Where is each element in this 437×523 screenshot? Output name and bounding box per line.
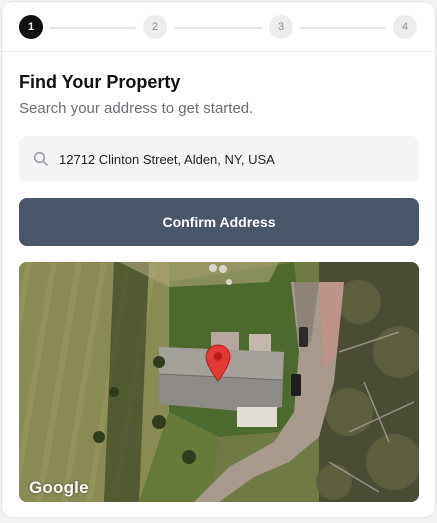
step-connector — [174, 26, 262, 29]
address-input[interactable] — [59, 136, 409, 182]
step-2[interactable]: 2 — [143, 15, 167, 39]
address-search[interactable] — [19, 136, 419, 182]
location-pin-icon[interactable] — [205, 344, 231, 382]
confirm-address-button[interactable]: Confirm Address — [19, 198, 419, 246]
satellite-map[interactable]: Google — [19, 262, 419, 502]
step-3[interactable]: 3 — [269, 15, 293, 39]
step-1[interactable]: 1 — [19, 15, 43, 39]
step-connector — [50, 26, 136, 29]
satellite-imagery — [19, 262, 419, 502]
google-attribution: Google — [29, 478, 89, 497]
step-connector — [300, 26, 386, 29]
page-subtitle: Search your address to get started. — [19, 100, 254, 117]
step-4[interactable]: 4 — [393, 15, 417, 39]
search-icon — [33, 151, 48, 166]
progress-stepper: 1 2 3 4 — [2, 2, 435, 52]
property-card: 1 2 3 4 Find Your Property Search your a… — [1, 1, 436, 518]
page-title: Find Your Property — [19, 72, 181, 92]
